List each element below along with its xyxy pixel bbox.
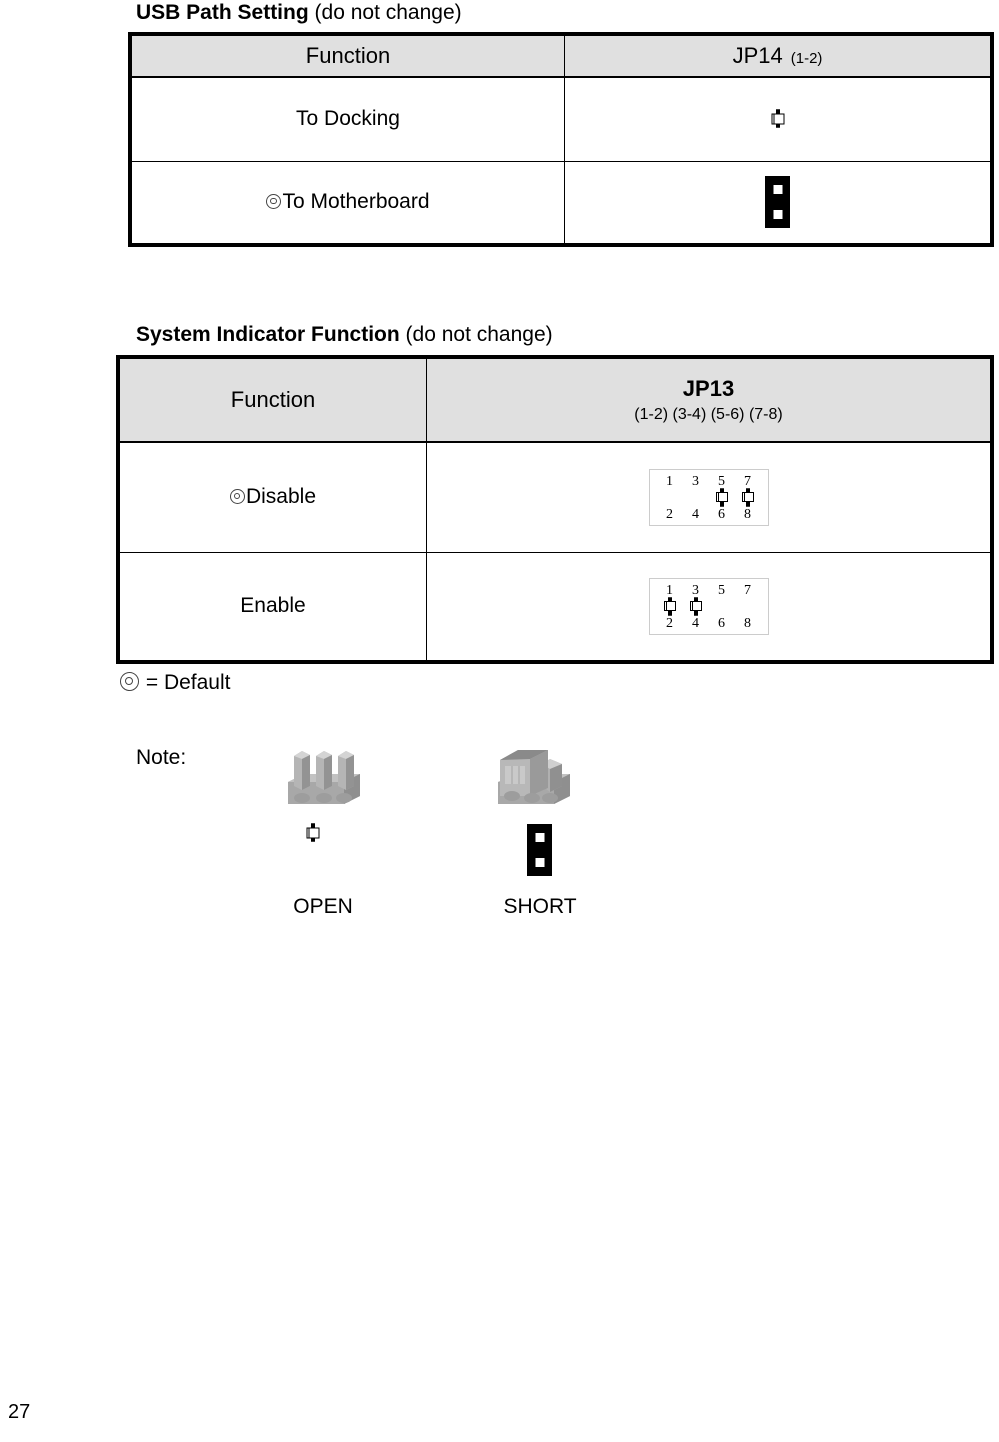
pin-number: 7 xyxy=(744,473,751,489)
row-label-disable: Disable xyxy=(117,441,427,553)
pin-number: 8 xyxy=(744,615,751,631)
jp13-label: JP13 xyxy=(682,376,735,401)
usb-path-setting-table: Function JP14 (1-2) To Docking To Motherb… xyxy=(128,32,994,247)
jp14-pins: (1-2) xyxy=(790,50,823,67)
jumper-cap-3d xyxy=(498,750,570,804)
table-row: Disable 1 3 5 7 2 4 6 8 xyxy=(117,441,993,553)
pin-pair-3-4 xyxy=(683,489,709,507)
pin-number: 4 xyxy=(692,615,699,631)
jumper-cell-enable: 1 3 5 7 2 4 6 8 xyxy=(426,551,993,663)
row-label-enable: Enable xyxy=(117,551,427,663)
table-header-row: Function JP13 (1-2) (3-4) (5-6) (7-8) xyxy=(117,356,993,443)
pin-8 xyxy=(747,487,750,507)
usb-path-setting-heading: USB Path Setting (do not change) xyxy=(136,0,462,26)
pin-number: 5 xyxy=(718,473,725,489)
jumper-hole-top xyxy=(773,185,782,195)
jumper-cell-to-motherboard xyxy=(564,160,993,246)
pin-pair-7-8 xyxy=(735,598,761,616)
pin-pair-5-6 xyxy=(709,487,735,507)
pin-pair-5-6 xyxy=(709,598,735,616)
pin-header-open-3d xyxy=(288,751,360,804)
usb-path-setting-note: (do not change) xyxy=(308,1,462,24)
pin-grid xyxy=(657,596,761,616)
usb-path-setting-title: USB Path Setting xyxy=(136,1,309,24)
jp13-pins: (1-2) (3-4) (5-6) (7-8) xyxy=(634,406,783,423)
pin-numbers-bottom: 2 4 6 8 xyxy=(657,507,761,522)
note-glyph-open xyxy=(311,823,337,842)
note-caption-short: SHORT xyxy=(503,895,577,918)
jumper-short-2pin xyxy=(765,176,790,229)
table-row: Enable 1 3 5 7 2 4 6 8 xyxy=(117,551,993,663)
pin-pair-1-2 xyxy=(657,596,683,616)
column-header-function: Function xyxy=(129,33,565,78)
pin-pair-7-8 xyxy=(735,487,761,507)
table-row: To Motherboard xyxy=(129,160,993,246)
row-function-text: Disable xyxy=(245,485,317,509)
pin-number: 3 xyxy=(692,582,699,598)
jumper-block-8pin-disable: 1 3 5 7 2 4 6 8 xyxy=(648,468,769,526)
pin-number: 6 xyxy=(718,615,725,631)
row-function-text: To Docking xyxy=(296,107,400,131)
jumper-open-2pin xyxy=(311,823,337,842)
pin-number: 6 xyxy=(718,506,725,522)
page-number: 27 xyxy=(8,1401,31,1423)
system-indicator-note: (do not change) xyxy=(399,323,553,346)
system-indicator-title: System Indicator Function xyxy=(136,323,400,346)
note-glyph-short xyxy=(527,824,552,876)
jumper-hole-bottom xyxy=(773,210,782,220)
row-function-text: To Motherboard xyxy=(282,190,430,214)
pin-numbers-bottom: 2 4 6 8 xyxy=(657,616,761,631)
note-label: Note: xyxy=(136,746,187,769)
jumper-cell-to-docking xyxy=(564,76,993,162)
jumper-open-2pin xyxy=(765,109,791,129)
jumper-short-2pin xyxy=(527,824,552,876)
jumper-hole-top xyxy=(535,833,544,842)
default-marker-icon xyxy=(266,194,282,210)
pin-6 xyxy=(721,487,724,507)
pin-number: 8 xyxy=(744,506,751,522)
default-marker-icon xyxy=(229,489,245,505)
jumper-block-8pin-enable: 1 3 5 7 2 4 6 8 xyxy=(648,577,769,635)
jumper-pad-bottom xyxy=(777,109,780,129)
jumper-pad-bottom xyxy=(313,823,315,842)
pin-grid xyxy=(657,487,761,507)
column-header-jp13: JP13 (1-2) (3-4) (5-6) (7-8) xyxy=(426,356,993,443)
column-header-function: Function xyxy=(117,356,427,443)
table-header-row: Function JP14 (1-2) xyxy=(129,33,993,78)
default-marker-icon xyxy=(120,672,139,691)
pin-4 xyxy=(695,596,698,616)
default-legend: = Default xyxy=(120,670,230,696)
pin-pair-1-2 xyxy=(657,489,683,507)
pin-2 xyxy=(669,596,672,616)
table-row: To Docking xyxy=(129,76,993,162)
pin-pair-3-4 xyxy=(683,596,709,616)
row-label-to-motherboard: To Motherboard xyxy=(129,160,565,246)
system-indicator-table: Function JP13 (1-2) (3-4) (5-6) (7-8) Di… xyxy=(116,355,994,664)
jp14-label: JP14 xyxy=(732,43,783,68)
pin-number: 2 xyxy=(666,615,673,631)
row-label-to-docking: To Docking xyxy=(129,76,565,162)
default-legend-text: = Default xyxy=(145,671,231,694)
jumper-cell-disable: 1 3 5 7 2 4 6 8 xyxy=(426,441,993,553)
column-header-jp14: JP14 (1-2) xyxy=(564,33,993,78)
jumper-hole-bottom xyxy=(535,858,544,867)
pin-number: 2 xyxy=(666,506,673,522)
row-function-text: Enable xyxy=(240,594,306,618)
pin-number: 4 xyxy=(692,506,699,522)
pin-number: 1 xyxy=(666,582,673,598)
note-caption-open: OPEN xyxy=(293,895,353,918)
system-indicator-function-heading: System Indicator Function (do not change… xyxy=(136,322,553,348)
